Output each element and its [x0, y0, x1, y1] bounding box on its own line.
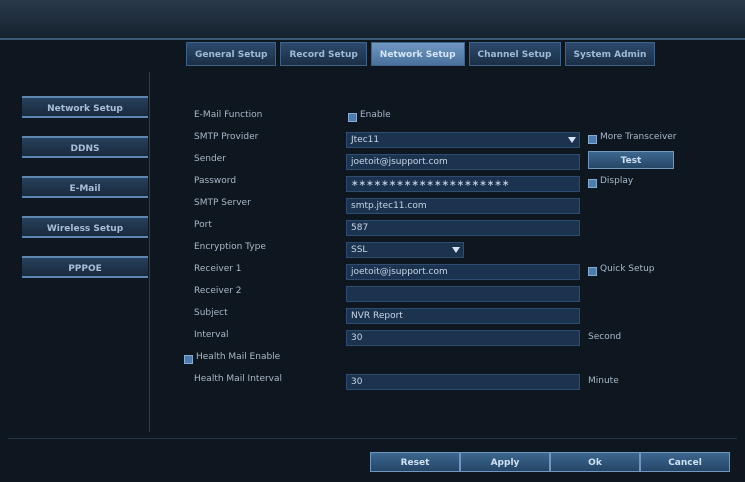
display-checkbox[interactable] [588, 179, 597, 188]
receiver2-input[interactable] [346, 286, 580, 302]
tab-system-admin[interactable]: System Admin [564, 42, 656, 66]
receiver2-label: Receiver 2 [194, 286, 242, 296]
tab-record-setup[interactable]: Record Setup [280, 42, 367, 66]
sidebar-item-email[interactable]: E-Mail [22, 176, 148, 198]
tab-network-setup[interactable]: Network Setup [370, 42, 465, 66]
cancel-button[interactable]: Cancel [640, 452, 730, 472]
smtp-provider-label: SMTP Provider [194, 132, 259, 142]
sidebar-item-pppoe[interactable]: PPPOE [22, 256, 148, 278]
chevron-down-icon [452, 247, 460, 253]
tab-channel-setup[interactable]: Channel Setup [468, 42, 561, 66]
more-transceiver-label: More Transceiver [600, 132, 677, 142]
sender-input[interactable]: joetoit@jsupport.com [346, 154, 580, 170]
interval-unit-label: Second [588, 332, 622, 342]
email-function-label: E-Mail Function [194, 110, 263, 120]
sender-label: Sender [194, 154, 226, 164]
sidebar-item-network-setup[interactable]: Network Setup [22, 96, 148, 118]
health-mail-enable-checkbox[interactable] [184, 355, 193, 364]
quick-setup-label: Quick Setup [600, 264, 655, 274]
tab-general-setup[interactable]: General Setup [186, 42, 277, 66]
enable-checkbox[interactable] [348, 113, 357, 122]
display-label: Display [600, 176, 634, 186]
interval-label: Interval [194, 330, 229, 340]
smtp-server-label: SMTP Server [194, 198, 251, 208]
health-mail-interval-label: Health Mail Interval [194, 374, 283, 384]
tab-bar: General Setup Record Setup Network Setup… [186, 42, 656, 66]
receiver1-label: Receiver 1 [194, 264, 242, 274]
more-transceiver-checkbox[interactable] [588, 135, 597, 144]
apply-button[interactable]: Apply [460, 452, 550, 472]
footer-divider [8, 438, 737, 439]
smtp-provider-value: Jtec11 [351, 135, 380, 145]
subject-label: Subject [194, 308, 228, 318]
encryption-type-value: SSL [351, 245, 368, 255]
test-button[interactable]: Test [588, 151, 674, 169]
encryption-type-select[interactable]: SSL [346, 242, 464, 258]
enable-label: Enable [360, 110, 391, 120]
password-input[interactable]: ∗∗∗∗∗∗∗∗∗∗∗∗∗∗∗∗∗∗∗∗∗ [346, 176, 580, 192]
port-input[interactable]: 587 [346, 220, 580, 236]
sidebar-item-ddns[interactable]: DDNS [22, 136, 148, 158]
password-label: Password [194, 176, 237, 186]
reset-button[interactable]: Reset [370, 452, 460, 472]
interval-input[interactable]: 30 [346, 330, 580, 346]
health-mail-enable-label: Health Mail Enable [196, 352, 281, 362]
quick-setup-checkbox[interactable] [588, 267, 597, 276]
email-settings-panel: E-Mail Function Enable SMTP Provider Jte… [150, 72, 740, 432]
footer-button-bar: Reset Apply Ok Cancel [370, 452, 730, 472]
health-mail-interval-input[interactable]: 30 [346, 374, 580, 390]
app-window: General Setup Record Setup Network Setup… [0, 0, 745, 482]
receiver1-input[interactable]: joetoit@jsupport.com [346, 264, 580, 280]
smtp-server-input[interactable]: smtp.jtec11.com [346, 198, 580, 214]
title-bar [0, 0, 745, 40]
chevron-down-icon [568, 137, 576, 143]
health-mail-interval-unit-label: Minute [588, 376, 619, 386]
encryption-type-label: Encryption Type [194, 242, 266, 252]
subject-input[interactable]: NVR Report [346, 308, 580, 324]
port-label: Port [194, 220, 212, 230]
sidebar-item-wireless-setup[interactable]: Wireless Setup [22, 216, 148, 238]
sidebar: Network Setup DDNS E-Mail Wireless Setup… [8, 72, 150, 432]
ok-button[interactable]: Ok [550, 452, 640, 472]
smtp-provider-select[interactable]: Jtec11 [346, 132, 580, 148]
